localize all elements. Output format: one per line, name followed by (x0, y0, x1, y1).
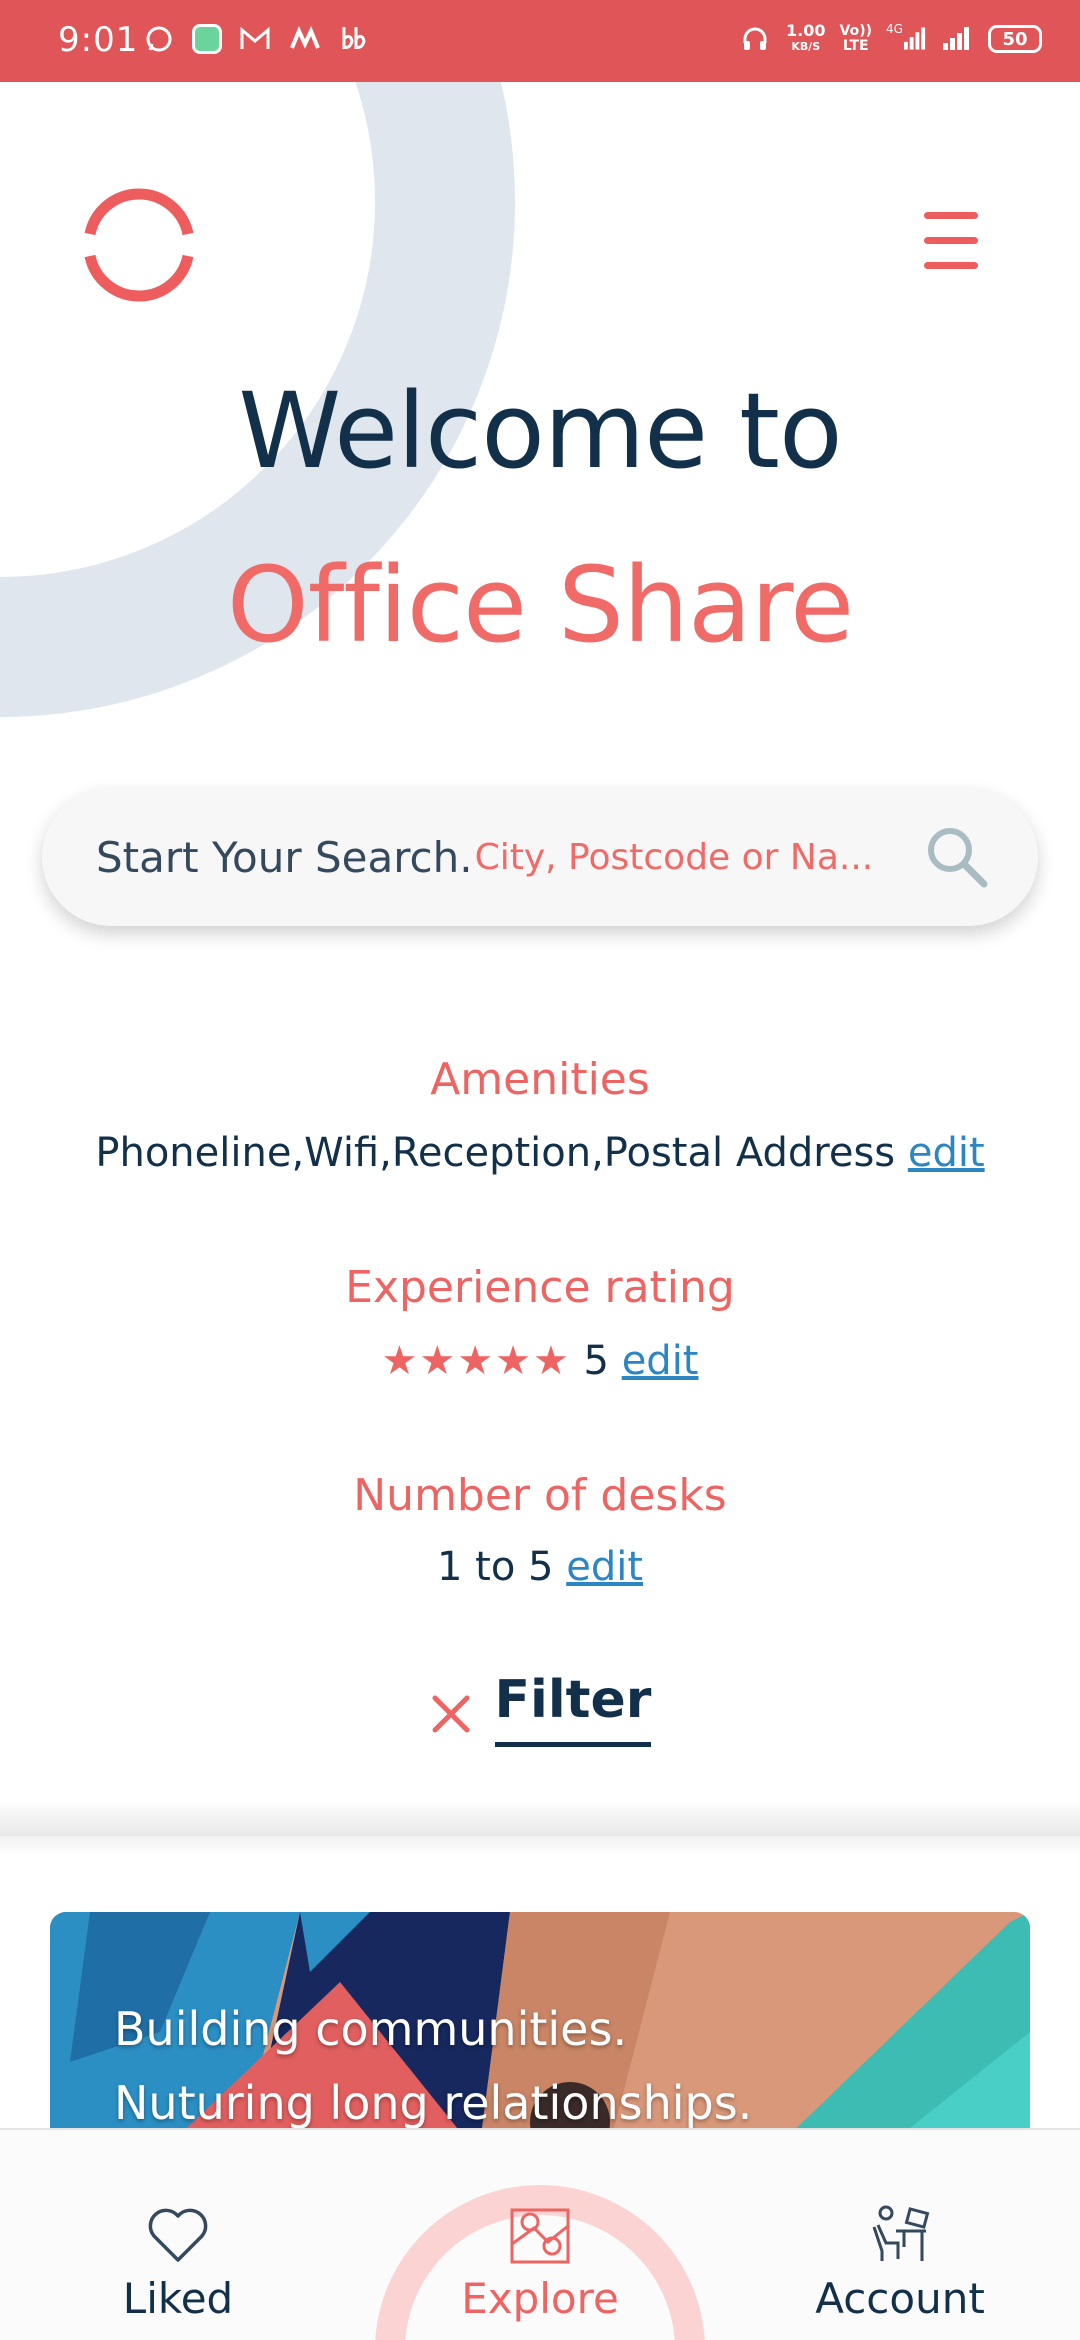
experience-edit-link[interactable]: edit (622, 1338, 699, 1384)
brand-heading: Office Share (226, 544, 854, 666)
experience-title: Experience rating (345, 1262, 735, 1313)
search-bar[interactable]: Start Your Search. (42, 788, 1038, 926)
bb-app-icon (338, 22, 372, 56)
network-speed: 1.00 KB/S (786, 23, 825, 55)
battery-level: 50 (1002, 28, 1028, 50)
banner-text: Building communities. Nuturing long rela… (114, 1992, 752, 2140)
amenities-title: Amenities (430, 1054, 650, 1105)
close-icon[interactable] (429, 1692, 473, 1736)
headset-icon (738, 22, 772, 56)
battery-icon: 50 (988, 25, 1042, 53)
welcome-heading: Welcome to (238, 370, 842, 492)
volte-indicator: Vo)) LTE (840, 24, 872, 54)
hamburger-menu-icon[interactable] (924, 212, 978, 269)
search-label: Start Your Search. (96, 832, 473, 882)
nav-label-explore: Explore (461, 2274, 619, 2323)
amenities-row: Phoneline,Wifi,Reception,Postal Address … (0, 1130, 1080, 1176)
section-divider (0, 1800, 1080, 1836)
network-type: 4G (886, 22, 903, 36)
banner-line-1: Building communities. (114, 2002, 628, 2056)
signal-icon (940, 22, 974, 56)
bottom-navigation: Liked Explore Account (0, 2128, 1080, 2340)
nav-item-explore[interactable]: Explore (420, 2200, 660, 2323)
map-icon (420, 2200, 660, 2270)
menu-line (924, 212, 978, 219)
experience-value: 5 (583, 1338, 609, 1384)
status-bar: 9:01 1.00 KB/S Vo)) LTE 4G 50 (0, 0, 1080, 82)
volte-bottom: LTE (842, 38, 869, 54)
desk-user-icon (780, 2200, 1020, 2270)
whatsapp-icon (142, 22, 176, 56)
m-app-icon (288, 22, 322, 56)
section-divider (0, 1836, 1080, 1856)
nav-item-account[interactable]: Account (780, 2200, 1020, 2323)
net-speed-unit: KB/S (791, 40, 821, 53)
nav-label-liked: Liked (122, 2274, 234, 2323)
desks-value: 1 to 5 (437, 1544, 554, 1590)
experience-row: ★★★★★ 5 edit (0, 1338, 1080, 1384)
amenities-value: Phoneline,Wifi,Reception,Postal Address (95, 1130, 896, 1176)
menu-line (924, 237, 978, 244)
filter-row: Filter (0, 1670, 1080, 1747)
status-time: 9:01 (58, 20, 139, 60)
app-logo[interactable] (80, 186, 198, 304)
desks-edit-link[interactable]: edit (566, 1544, 643, 1590)
notification-icons (142, 22, 372, 56)
system-icons: 1.00 KB/S Vo)) LTE 4G 50 (738, 22, 1042, 56)
gmail-icon (238, 22, 272, 56)
desks-row: 1 to 5 edit (0, 1544, 1080, 1590)
search-input[interactable] (474, 836, 885, 878)
menu-line (924, 262, 978, 269)
filter-button[interactable]: Filter (494, 1670, 652, 1747)
signal-icon: 4G (886, 22, 926, 56)
nav-item-liked[interactable]: Liked (58, 2200, 298, 2323)
desks-title: Number of desks (353, 1470, 727, 1521)
app-icon (192, 24, 222, 54)
search-icon[interactable] (924, 824, 990, 890)
star-rating-icon: ★★★★★ (381, 1338, 571, 1384)
volte-top: Vo)) (839, 23, 872, 39)
nav-label-account: Account (815, 2274, 985, 2323)
amenities-edit-link[interactable]: edit (908, 1130, 985, 1176)
net-speed-value: 1.00 (786, 21, 826, 40)
promo-banner[interactable]: Building communities. Nuturing long rela… (50, 1912, 1030, 2144)
heart-icon (58, 2200, 298, 2270)
